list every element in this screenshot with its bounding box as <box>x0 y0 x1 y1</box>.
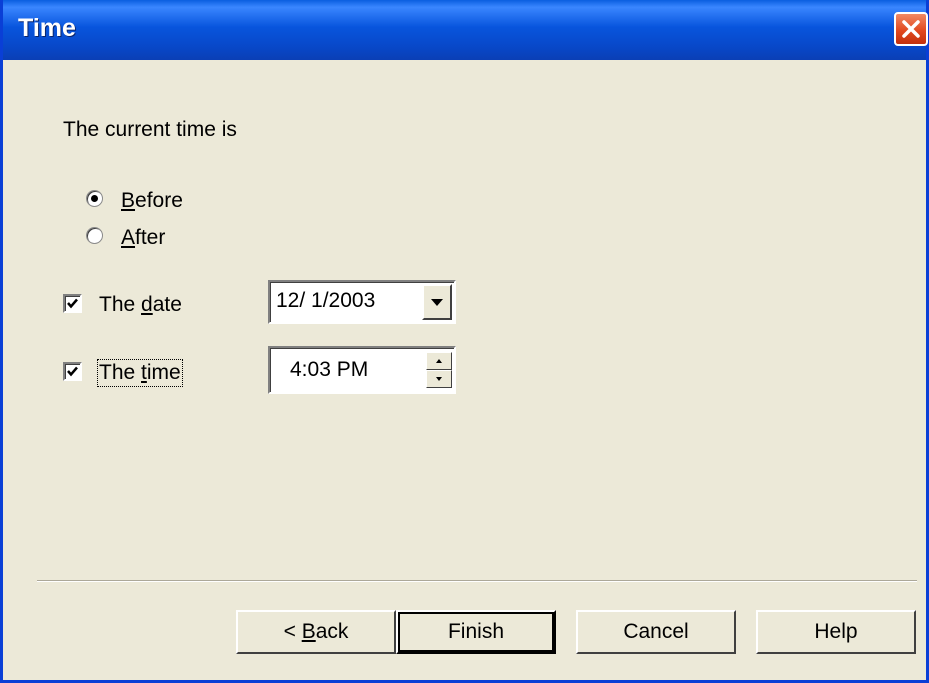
mnemonic-b: B <box>121 189 136 212</box>
time-picker[interactable]: 4:03 PM <box>268 346 456 394</box>
checkmark-icon <box>67 366 78 377</box>
spin-up-icon <box>436 359 442 363</box>
window-title: Time <box>18 14 76 42</box>
mnemonic-b: B <box>301 620 316 643</box>
close-button[interactable] <box>894 12 928 46</box>
radio-before[interactable] <box>86 190 103 207</box>
checkmark-icon <box>67 298 78 309</box>
time-checkbox[interactable] <box>63 362 82 381</box>
date-label-rest: ate <box>152 293 182 316</box>
time-spin-up-button[interactable] <box>426 352 452 370</box>
close-icon <box>902 20 920 38</box>
radio-after-label[interactable]: After <box>121 226 165 250</box>
time-label-rest: ime <box>146 361 181 384</box>
title-bar[interactable]: Time <box>3 0 928 60</box>
radio-after-rest: fter <box>135 226 166 249</box>
time-value: 4:03 PM <box>290 358 369 381</box>
time-label-pre: The <box>99 361 142 384</box>
time-dialog: Time The current time is Before After Th… <box>0 0 929 683</box>
cancel-button[interactable]: Cancel <box>576 610 736 654</box>
mnemonic-a: A <box>121 226 136 249</box>
spin-down-icon <box>436 377 442 381</box>
chevron-down-icon <box>431 299 443 306</box>
time-checkbox-label[interactable]: The time <box>97 359 183 387</box>
date-checkbox-label[interactable]: The date <box>99 293 182 317</box>
back-prefix: < <box>283 620 302 643</box>
back-rest: ack <box>315 620 349 643</box>
date-label-pre: The <box>99 293 142 316</box>
separator <box>37 580 917 582</box>
finish-button[interactable]: Finish <box>396 610 556 654</box>
radio-after[interactable] <box>86 227 103 244</box>
date-value: 12/ 1/2003 <box>276 289 376 312</box>
back-button[interactable]: < Back <box>236 610 396 654</box>
date-checkbox[interactable] <box>63 294 82 313</box>
prompt-label: The current time is <box>63 118 237 141</box>
date-picker[interactable]: 12/ 1/2003 <box>268 280 456 324</box>
back-button-label: < Back <box>284 620 349 643</box>
radio-before-rest: efore <box>135 189 183 212</box>
date-dropdown-button[interactable] <box>422 284 452 320</box>
radio-before-label[interactable]: Before <box>121 189 183 213</box>
help-button[interactable]: Help <box>756 610 916 654</box>
mnemonic-d: d <box>141 293 153 316</box>
radio-selected-dot <box>91 195 98 202</box>
time-spin-down-button[interactable] <box>426 370 452 388</box>
